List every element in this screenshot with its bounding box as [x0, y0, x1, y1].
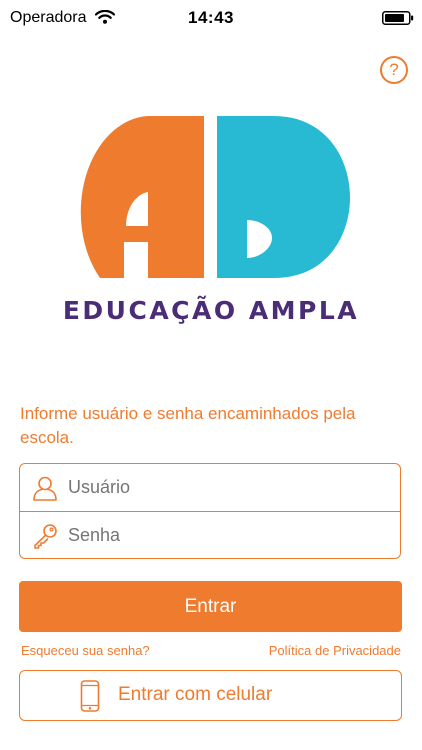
username-field[interactable]	[20, 464, 400, 511]
password-field[interactable]	[20, 512, 400, 559]
credentials-form	[19, 463, 401, 559]
cellphone-login-label: Entrar com celular	[118, 684, 273, 705]
brand-logo	[76, 116, 352, 285]
cellphone-login-button[interactable]: Entrar com celular	[19, 670, 402, 721]
user-icon	[32, 475, 58, 506]
username-input[interactable]	[68, 464, 368, 511]
phone-icon	[80, 680, 100, 717]
status-bar: Operadora 14:43	[0, 0, 422, 36]
enter-button[interactable]: Entrar	[19, 581, 402, 632]
help-button[interactable]: ?	[380, 56, 408, 84]
login-instructions: Informe usuário e senha encaminhados pel…	[20, 404, 356, 447]
status-time: 14:43	[188, 8, 234, 27]
brand-name: EDUCAÇÃO AMPLA	[62, 296, 360, 325]
help-icon: ?	[389, 60, 399, 79]
key-icon	[32, 523, 58, 554]
battery-icon	[382, 11, 414, 30]
password-input[interactable]	[68, 512, 368, 559]
privacy-policy-link[interactable]: Política de Privacidade	[269, 643, 401, 658]
forgot-password-link[interactable]: Esqueceu sua senha?	[21, 643, 150, 658]
